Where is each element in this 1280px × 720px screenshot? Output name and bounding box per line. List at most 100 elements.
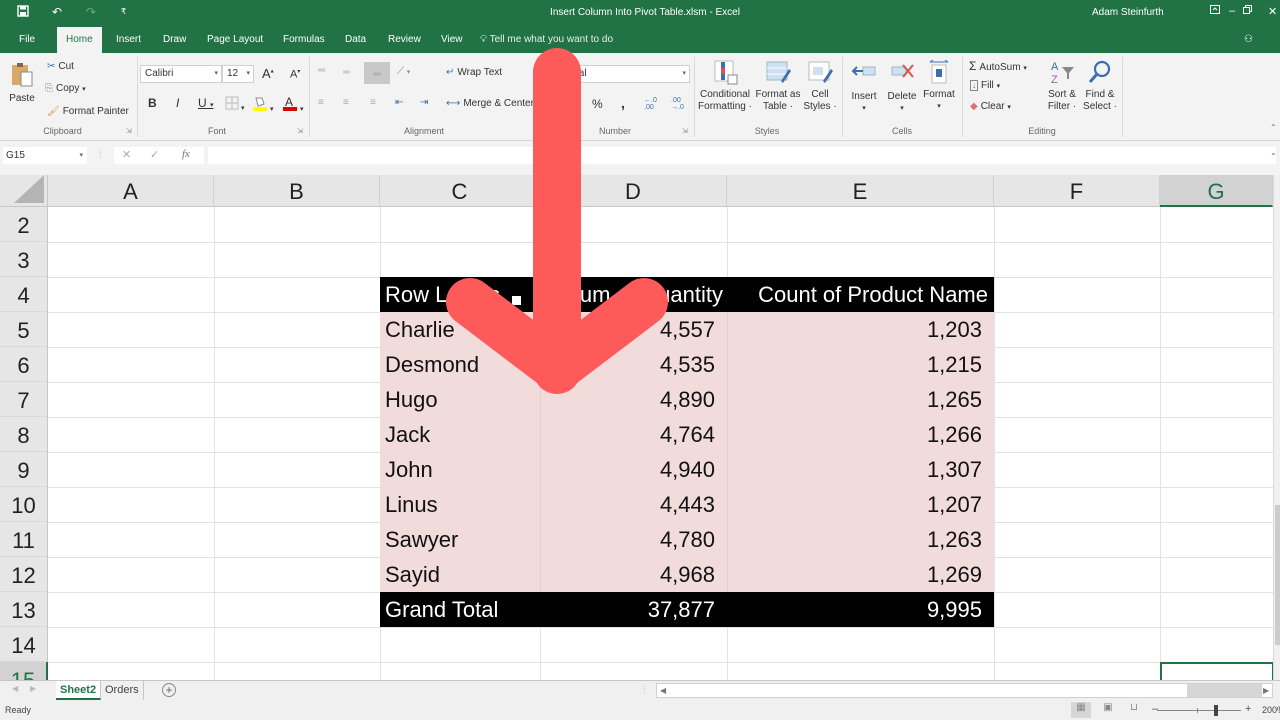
filter-dropdown-icon[interactable] — [512, 296, 522, 305]
select-all-button[interactable] — [0, 175, 48, 207]
horizontal-scroll-thumb[interactable] — [1187, 684, 1262, 697]
tab-file[interactable]: File — [10, 26, 44, 53]
row-header-7[interactable]: 7 — [0, 382, 48, 417]
column-header-f[interactable]: F — [994, 175, 1160, 207]
paste-button[interactable]: Paste — [6, 61, 38, 105]
row-header-3[interactable]: 3 — [0, 242, 48, 277]
row-header-12[interactable]: 12 — [0, 557, 48, 592]
find-select-button[interactable]: Find & Select · — [1082, 59, 1118, 113]
quantity-cell[interactable]: 4,443 — [540, 487, 727, 522]
format-as-table-button[interactable]: Format as Table · — [754, 59, 802, 113]
quantity-cell[interactable]: 4,557 — [540, 312, 727, 347]
quantity-cell[interactable]: 4,764 — [540, 417, 727, 452]
clear-button[interactable]: ◆ Clear ▾ — [970, 101, 1011, 112]
increase-indent-button[interactable]: ⇥ — [420, 97, 428, 108]
cancel-icon[interactable]: ✕ — [122, 148, 131, 161]
merge-center-button[interactable]: ⟷ Merge & Center — [446, 98, 534, 109]
column-header-d[interactable]: D — [540, 175, 727, 207]
grand-total-quantity[interactable]: 37,877 — [540, 592, 727, 627]
scroll-right-icon[interactable]: ▶ — [1263, 684, 1269, 697]
user-name[interactable]: Adam Steinfurth — [1092, 7, 1164, 18]
row-header-13[interactable]: 13 — [0, 592, 48, 627]
count-cell[interactable]: 1,207 — [727, 487, 994, 522]
decrease-decimal-button[interactable]: .00 →.0 — [671, 97, 687, 111]
insert-cells-button[interactable]: Insert ▾ — [846, 59, 882, 115]
autosum-button[interactable]: Σ AutoSum ▾ — [969, 59, 1027, 73]
delete-cells-button[interactable]: Delete ▾ — [884, 59, 920, 115]
tell-me-search[interactable]: 💡︎ Tell me what you want to do — [480, 26, 613, 53]
align-right-button[interactable]: ≡ — [370, 97, 376, 108]
italic-button[interactable]: I — [176, 96, 179, 110]
tab-data[interactable]: Data — [336, 26, 375, 53]
underline-button[interactable]: U ▾ — [198, 96, 214, 110]
row-label-cell[interactable]: Desmond — [380, 347, 540, 382]
zoom-level[interactable]: 200% — [1262, 705, 1280, 715]
grow-font-button[interactable]: A▴ — [262, 66, 274, 81]
number-launcher-icon[interactable]: ⇲ — [682, 127, 688, 135]
align-left-button[interactable]: ≡ — [318, 97, 324, 108]
row-header-10[interactable]: 10 — [0, 487, 48, 522]
tab-review[interactable]: Review — [379, 26, 430, 53]
copy-button[interactable]: ⎘ Copy ▾ — [45, 83, 86, 94]
clipboard-launcher-icon[interactable]: ⇲ — [126, 127, 132, 135]
tab-draw[interactable]: Draw — [154, 26, 195, 53]
vertical-scrollbar[interactable] — [1273, 175, 1280, 680]
align-center-button[interactable]: ≡ — [343, 97, 349, 108]
quantity-cell[interactable]: 4,968 — [540, 557, 727, 592]
row-label-cell[interactable]: Charlie — [380, 312, 540, 347]
zoom-out-button[interactable]: – — [1152, 703, 1158, 715]
quantity-cell[interactable]: 4,890 — [540, 382, 727, 417]
top-align-button[interactable]: ═ — [318, 65, 325, 76]
font-size-combo[interactable]: 12 ▾ — [222, 65, 254, 83]
zoom-slider[interactable] — [1157, 705, 1241, 716]
count-cell[interactable]: 1,263 — [727, 522, 994, 557]
percent-style-button[interactable]: % — [592, 97, 603, 111]
zoom-in-button[interactable]: + — [1245, 703, 1251, 715]
ribbon-display-icon[interactable] — [1210, 5, 1220, 17]
format-cells-button[interactable]: Format ▾ — [921, 59, 957, 113]
minimize-icon[interactable]: – — [1229, 5, 1235, 17]
middle-align-button[interactable]: ═ — [343, 67, 350, 78]
tab-split-grip-icon[interactable]: ⋮ — [640, 684, 649, 695]
tab-formulas[interactable]: Formulas — [274, 26, 334, 53]
row-label-cell[interactable]: Sayid — [380, 557, 540, 592]
close-icon[interactable]: ✕ — [1268, 5, 1277, 18]
vertical-scroll-thumb[interactable] — [1275, 505, 1280, 645]
count-cell[interactable]: 1,215 — [727, 347, 994, 382]
grand-total-count[interactable]: 9,995 — [727, 592, 994, 627]
collapse-ribbon-icon[interactable]: ⌃ — [1270, 123, 1277, 132]
count-cell[interactable]: 1,203 — [727, 312, 994, 347]
increase-decimal-button[interactable]: ←.0 .00 — [644, 97, 660, 111]
name-box[interactable]: G15 ▾ — [3, 147, 87, 164]
quantity-cell[interactable]: 4,780 — [540, 522, 727, 557]
page-break-preview-icon[interactable]: ⊔ — [1124, 702, 1144, 718]
quantity-cell[interactable]: 4,535 — [540, 347, 727, 382]
decrease-indent-button[interactable]: ⇤ — [395, 97, 403, 108]
enter-icon[interactable]: ✓ — [150, 148, 159, 161]
column-header-b[interactable]: B — [214, 175, 380, 207]
expand-formula-bar-icon[interactable]: ⌄ — [1270, 148, 1277, 157]
wrap-text-button[interactable]: ↵ Wrap Text — [446, 67, 502, 78]
column-header-c[interactable]: C — [380, 175, 540, 207]
row-header-5[interactable]: 5 — [0, 312, 48, 347]
format-painter-button[interactable]: 🖌︎ Format Painter — [47, 106, 129, 117]
pivot-header-count-product[interactable]: Count of Product Name — [727, 277, 994, 312]
row-header-14[interactable]: 14 — [0, 627, 48, 662]
row-label-cell[interactable]: Jack — [380, 417, 540, 452]
fill-button[interactable]: ↓ Fill ▾ — [970, 80, 1000, 91]
grand-total-label[interactable]: Grand Total — [380, 592, 540, 627]
active-cell-g15[interactable] — [1160, 662, 1274, 680]
cell-styles-button[interactable]: Cell Styles · — [803, 59, 837, 113]
font-color-button[interactable]: A ▾ — [282, 95, 303, 114]
sort-filter-button[interactable]: AZ Sort & Filter · — [1045, 59, 1079, 113]
shrink-font-button[interactable]: A▾ — [290, 68, 300, 81]
formula-input[interactable] — [208, 147, 1276, 164]
fill-color-button[interactable]: ▾ — [252, 95, 273, 114]
tab-home[interactable]: Home — [57, 27, 102, 53]
orientation-button[interactable]: ⟋ ▾ — [397, 66, 410, 77]
borders-button[interactable]: ▾ — [225, 96, 244, 113]
scroll-left-icon[interactable]: ◀ — [660, 684, 666, 697]
number-format-combo[interactable]: General ▾ — [546, 65, 690, 83]
page-layout-view-icon[interactable]: ▣ — [1098, 702, 1118, 718]
row-header-6[interactable]: 6 — [0, 347, 48, 382]
